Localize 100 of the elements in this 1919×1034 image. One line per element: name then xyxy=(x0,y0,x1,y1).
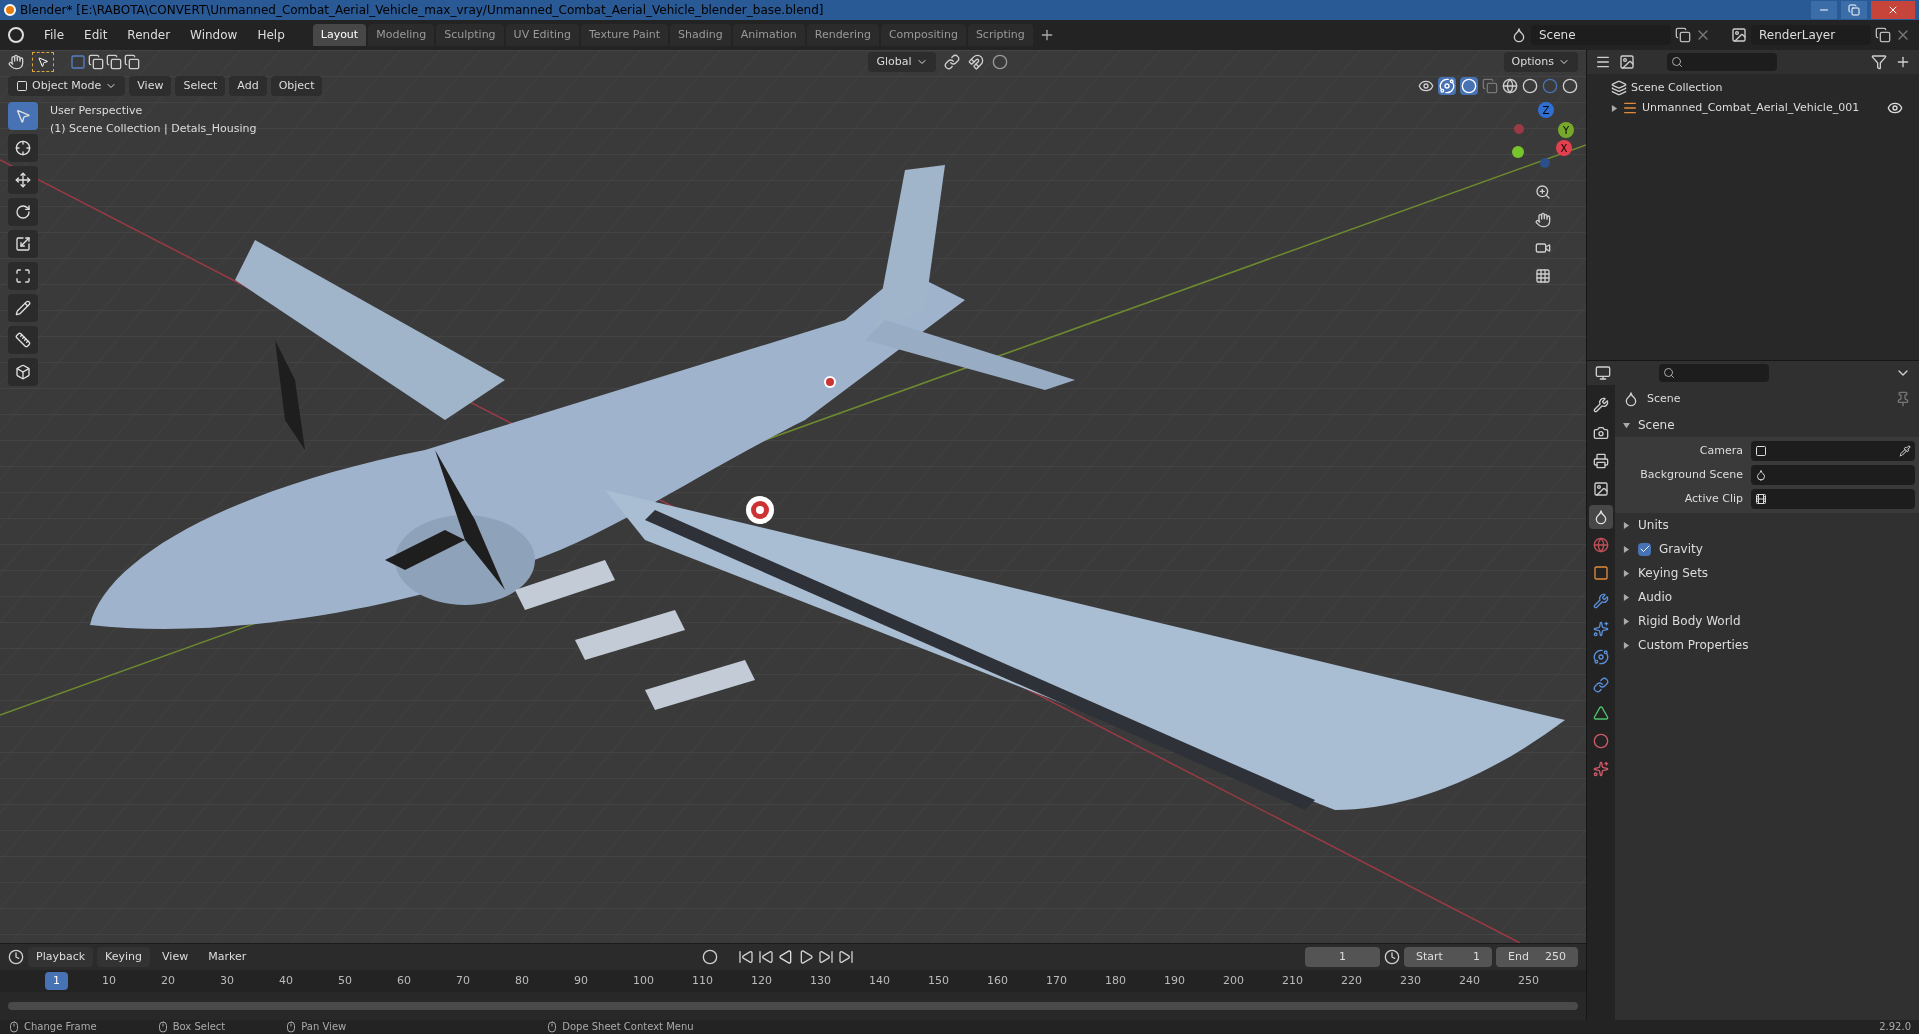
frame-number: 190 xyxy=(1164,973,1186,989)
viewport-info-text: (1) Scene Collection | Detals_Housing xyxy=(50,121,257,137)
panel-title[interactable]: Audio xyxy=(1638,588,1673,606)
rotate-tool[interactable] xyxy=(8,198,38,226)
timeline-menu[interactable]: Marker xyxy=(200,947,255,967)
frame-number: 20 xyxy=(161,973,176,989)
search-icon xyxy=(1663,367,1675,379)
wireframe-icon xyxy=(1502,78,1518,94)
expand-arrow-icon[interactable] xyxy=(1623,593,1630,601)
printer-icon xyxy=(1593,453,1609,469)
cursor-tool[interactable] xyxy=(8,134,38,162)
property-field[interactable] xyxy=(1751,489,1915,509)
display-mode-icon xyxy=(1619,54,1635,70)
workspace-tab[interactable]: Animation xyxy=(732,24,805,46)
options-dropdown[interactable]: Options xyxy=(1503,52,1578,72)
frame-number: 140 xyxy=(869,973,891,989)
frame-number: 100 xyxy=(633,973,655,989)
expand-arrow-icon[interactable] xyxy=(1623,617,1630,625)
proportional-icon xyxy=(991,54,1008,70)
scene-tab[interactable] xyxy=(1589,505,1613,529)
expand-arrow-icon[interactable] xyxy=(1623,521,1630,529)
property-field[interactable] xyxy=(1751,441,1915,461)
select-mode-icon xyxy=(106,54,122,70)
menu-item[interactable]: Edit xyxy=(76,24,116,46)
menu-item[interactable]: Window xyxy=(182,24,246,46)
outliner-item[interactable]: Unmanned_Combat_Aerial_Vehicle_001 xyxy=(1642,99,1883,117)
menu-item[interactable]: File xyxy=(36,24,73,46)
workspace-tab[interactable]: Shading xyxy=(669,24,731,46)
workspace-tab[interactable]: Compositing xyxy=(880,24,966,46)
workspace-tab[interactable]: Texture Paint xyxy=(581,24,668,46)
checkbox[interactable] xyxy=(1638,542,1651,556)
expand-arrow-icon[interactable] xyxy=(1611,104,1618,112)
collection-icon xyxy=(1611,80,1627,96)
pencil-tool[interactable] xyxy=(8,294,38,322)
panel-title[interactable]: Keying Sets xyxy=(1638,564,1709,582)
square-icon xyxy=(1593,565,1609,581)
scene-icon xyxy=(1623,391,1639,407)
object-mode-icon xyxy=(16,80,28,92)
current-frame-field[interactable]: 1 xyxy=(1305,947,1380,967)
axis-gizmo[interactable]: Z Y X xyxy=(1508,102,1578,172)
select-box-tool[interactable] xyxy=(8,102,38,130)
transform-tool[interactable] xyxy=(8,262,38,290)
status-hint: Dope Sheet Context Menu xyxy=(562,1022,694,1032)
workspace-tab[interactable]: Sculpting xyxy=(436,24,504,46)
panel-title[interactable]: Rigid Body World xyxy=(1638,612,1741,630)
transform-icon xyxy=(15,268,31,284)
cube-tool[interactable] xyxy=(8,358,38,386)
scrollbar[interactable] xyxy=(8,1002,1578,1010)
panel-title[interactable]: Units xyxy=(1638,516,1669,534)
pivot-icon xyxy=(943,54,960,70)
workspace-tab[interactable]: Modeling xyxy=(368,24,435,46)
viewport-menu[interactable]: View xyxy=(129,76,172,96)
end-frame-field[interactable]: End 250 xyxy=(1496,947,1578,967)
mode-dropdown[interactable]: Object Mode xyxy=(8,76,126,96)
workspace-tab[interactable]: Rendering xyxy=(806,24,879,46)
workspace-tab[interactable]: Scripting xyxy=(967,24,1033,46)
xray-icon xyxy=(1482,78,1498,94)
minimize-button[interactable] xyxy=(1811,1,1837,19)
panel-title[interactable]: Custom Properties xyxy=(1638,636,1749,654)
scene-field[interactable]: Scene xyxy=(1531,25,1671,45)
square-icon xyxy=(1755,445,1767,457)
viewport-menu[interactable]: Object xyxy=(270,76,323,96)
property-field[interactable] xyxy=(1751,465,1915,485)
camera-view-icon xyxy=(1535,240,1551,256)
play-icon xyxy=(798,949,815,965)
maximize-button[interactable] xyxy=(1841,1,1867,19)
frame-number: 90 xyxy=(574,973,589,989)
collapse-arrow-icon[interactable] xyxy=(1623,421,1630,429)
move-tool[interactable] xyxy=(8,166,38,194)
field-label: Active Clip xyxy=(1683,490,1743,507)
timeline-menu[interactable]: Playback xyxy=(28,947,94,967)
version-label: 2.92.0 xyxy=(1879,1022,1911,1032)
timeline-menu[interactable]: View xyxy=(154,947,197,967)
workspace-tab[interactable]: Layout xyxy=(312,24,367,46)
orientation-dropdown[interactable]: Global xyxy=(868,52,936,72)
render-layer-field[interactable]: RenderLayer xyxy=(1751,25,1871,45)
ruler-tool[interactable] xyxy=(8,326,38,354)
playhead[interactable]: 1 xyxy=(45,972,68,990)
select-tool-button[interactable] xyxy=(32,52,54,72)
viewport[interactable]: Global Options Object Mode View Select Add Object User Perspective (1) Scene Collection | Detals_Housing Z Y X xyxy=(0,50,1586,943)
expand-arrow-icon[interactable] xyxy=(1623,545,1630,553)
scale-tool[interactable] xyxy=(8,230,38,258)
viewport-menu[interactable]: Select xyxy=(175,76,226,96)
field-label: Background Scene xyxy=(1639,466,1743,483)
start-frame-field[interactable]: Start 1 xyxy=(1404,947,1492,967)
properties-search-field[interactable] xyxy=(1659,364,1769,382)
hand-icon xyxy=(1535,212,1551,228)
viewport-menu[interactable]: Add xyxy=(229,76,267,96)
panel-title[interactable]: Gravity xyxy=(1659,540,1703,558)
workspace-tab[interactable]: UV Editing xyxy=(505,24,579,46)
outliner-item[interactable]: Scene Collection xyxy=(1631,79,1903,97)
link-icon xyxy=(1593,677,1609,693)
expand-arrow-icon[interactable] xyxy=(1623,641,1630,649)
expand-arrow-icon[interactable] xyxy=(1623,569,1630,577)
outliner-search-field[interactable] xyxy=(1667,53,1777,71)
camera-icon xyxy=(1593,425,1609,441)
menu-item[interactable]: Render xyxy=(119,24,179,46)
clip-icon xyxy=(1755,493,1767,505)
menu-item[interactable]: Help xyxy=(249,24,293,46)
timeline-menu[interactable]: Keying xyxy=(97,947,151,967)
